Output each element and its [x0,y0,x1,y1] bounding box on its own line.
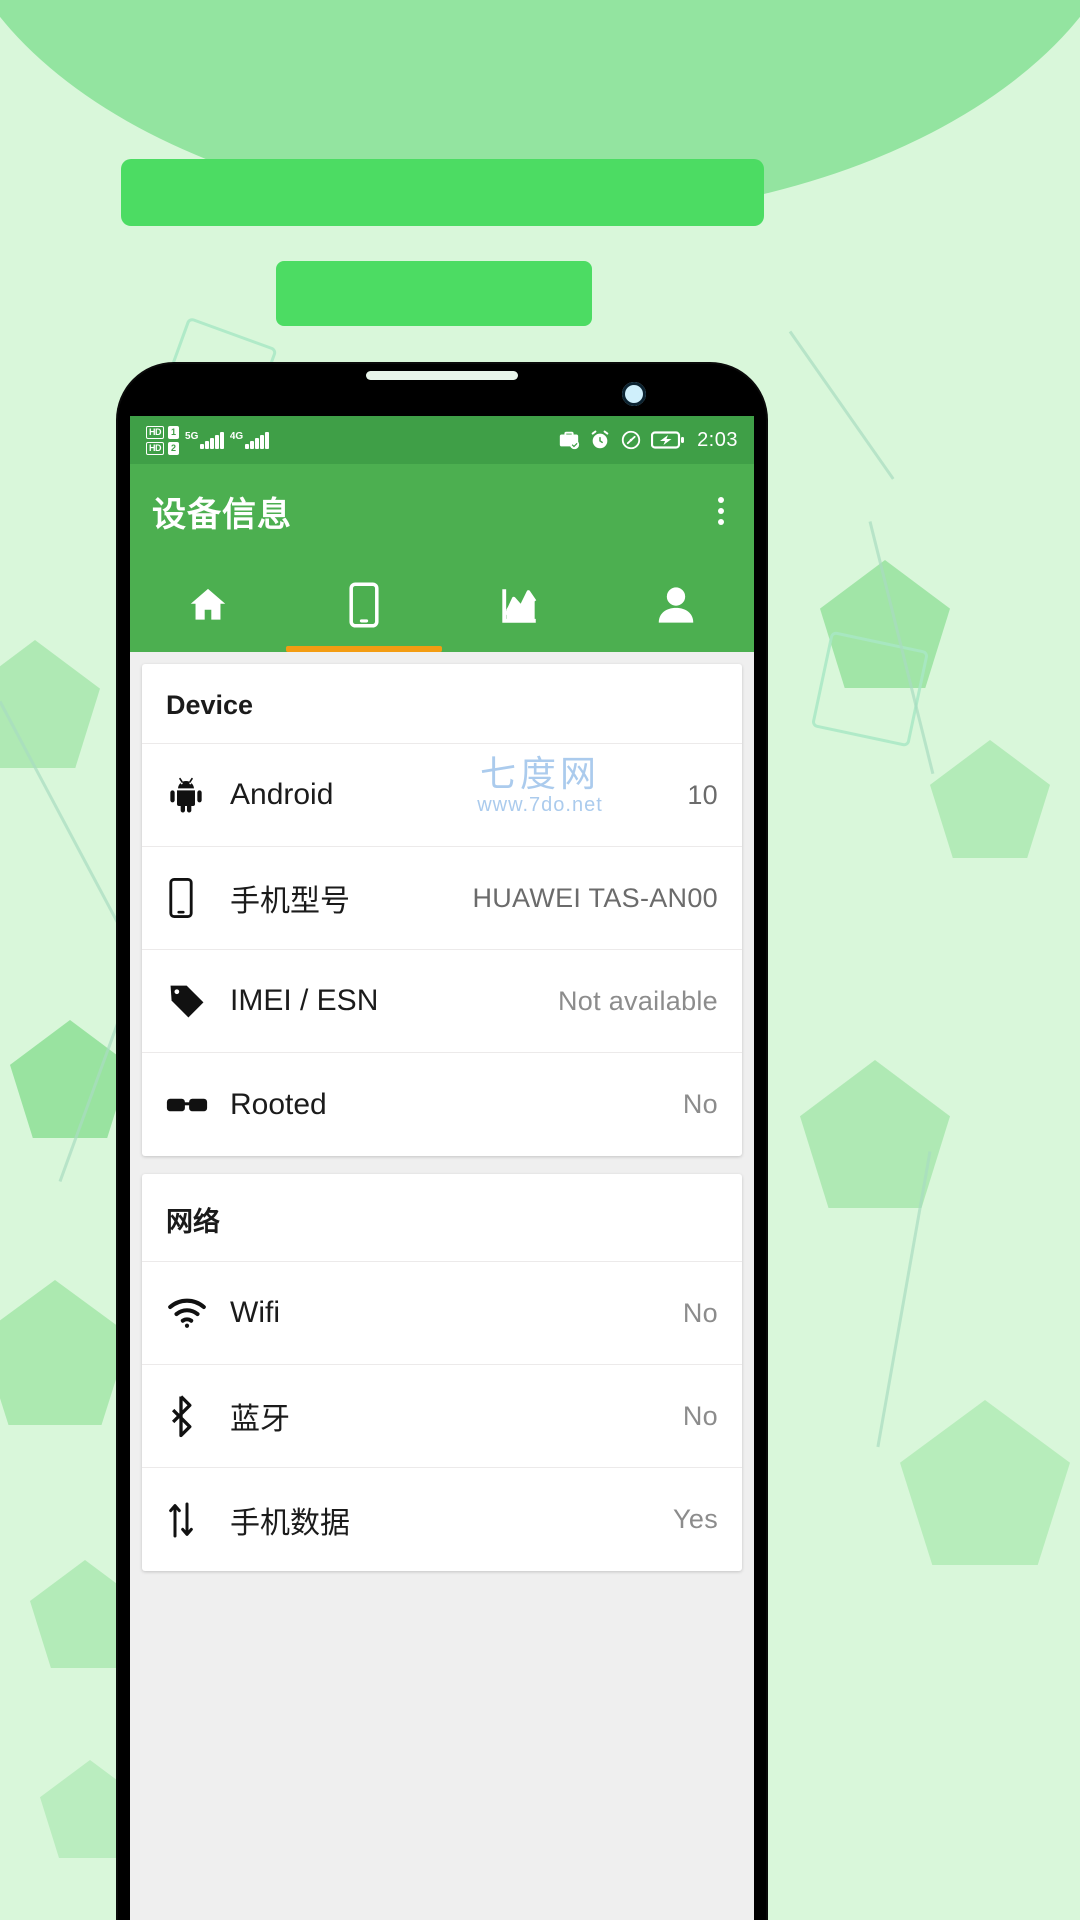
tab-device[interactable] [286,558,442,652]
status-bar-left: HD 1 HD 2 5G 4G [146,425,269,455]
phone-mockup: HD 1 HD 2 5G 4G 2:03 设备信息 Device Android… [118,364,766,1920]
page-title: 设备信息 [152,495,292,534]
data-transfer-icon [166,1500,230,1540]
row-label: Android [230,778,334,811]
phone-top-bezel [118,364,766,416]
row-value: No [682,1297,718,1328]
row-value: No [682,1400,718,1431]
background-pill-large [121,159,764,226]
row-label: IMEI / ESN [230,984,379,1017]
signal-group-1: 5G [185,431,224,449]
table-row[interactable]: Rooted No [142,1053,742,1156]
background-pentagon [0,1280,130,1425]
battery-charging-icon [651,431,685,449]
earpiece-speaker [366,371,518,380]
do-not-disturb-icon [621,430,641,450]
card-device: Device Android 10 手机型号 HUAWEI TAS-AN00 I… [142,664,742,1156]
signal-strength-icon [200,431,224,449]
sim-row-2: HD 2 [146,441,180,455]
content-scroll-area[interactable]: Device Android 10 手机型号 HUAWEI TAS-AN00 I… [130,652,754,1920]
background-line [788,330,895,480]
overflow-menu-icon[interactable] [710,487,732,535]
alarm-icon [591,430,609,449]
phone-icon [349,582,379,628]
row-value: No [682,1089,718,1119]
network-type-label: 5G [185,431,199,442]
sim-indicators: HD 1 HD 2 [146,425,180,455]
bluetooth-icon [166,1394,230,1438]
network-type-label: 4G [229,431,244,442]
row-label: Wifi [230,1296,280,1329]
table-row[interactable]: Android 10 [142,744,742,847]
row-value: Yes [673,1504,718,1534]
table-row[interactable]: IMEI / ESN Not available [142,950,742,1053]
sim-badge-icon: 1 [168,425,180,439]
work-profile-icon [559,431,580,450]
row-value: 10 [687,779,718,810]
table-row[interactable]: 蓝牙 No [142,1365,742,1468]
sim-row-1: HD 1 [146,425,180,439]
row-value: HUAWEI TAS-AN00 [472,882,718,913]
home-icon [190,588,226,620]
person-icon [658,587,694,623]
row-label: 手机数据 [230,1506,350,1540]
table-row[interactable]: 手机型号 HUAWEI TAS-AN00 [142,847,742,950]
row-label: Rooted [230,1087,327,1121]
background-pentagon [0,640,100,768]
signal-strength-icon [245,431,269,449]
background-pentagon [800,1060,950,1208]
status-bar-right: 2:03 [558,429,738,452]
app-bar: 设备信息 [130,464,754,558]
tab-profile[interactable] [598,558,754,652]
background-pentagon [900,1400,1070,1565]
tab-stats[interactable] [442,558,598,652]
sim-badge-icon: 2 [168,441,180,455]
card-network: 网络 Wifi No 蓝牙 No 手机数据 Yes [142,1174,742,1571]
phone-icon [166,877,230,919]
phone-screen: HD 1 HD 2 5G 4G 2:03 设备信息 Device Android… [130,416,754,1920]
android-icon [166,775,230,815]
row-value: Not available [558,985,718,1016]
tab-home[interactable] [130,558,286,652]
table-row[interactable]: 手机数据 Yes [142,1468,742,1571]
tab-bar [130,558,754,652]
signal-group-2: 4G [230,431,269,449]
chart-icon [502,589,537,623]
background-pill-small [276,261,592,326]
background-pentagon [930,740,1050,858]
hd-badge-icon: HD [146,441,164,455]
hd-badge-icon: HD [146,425,164,439]
sunglasses-icon [166,1090,230,1120]
card-title: Device [142,664,742,744]
card-title: 网络 [142,1174,742,1262]
wifi-icon [166,1297,230,1329]
table-row[interactable]: Wifi No [142,1262,742,1365]
status-bar: HD 1 HD 2 5G 4G 2:03 [130,416,754,464]
status-bar-clock: 2:03 [697,428,738,451]
front-camera [622,382,646,406]
row-label: 手机型号 [230,885,350,918]
row-label: 蓝牙 [230,1403,290,1436]
tag-icon [166,980,230,1022]
